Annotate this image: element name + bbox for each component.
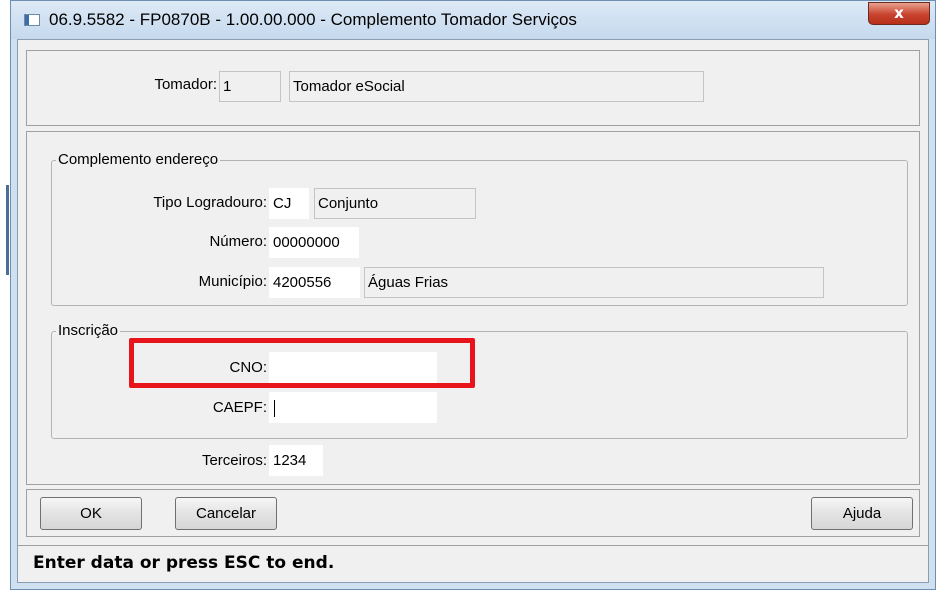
dialog-window: 06.9.5582 - FP0870B - 1.00.00.000 - Comp… — [10, 0, 936, 590]
tomador-label: Tomador: — [154, 76, 217, 93]
municipio-name-field: Águas Frias — [364, 267, 824, 298]
main-panel: Complemento endereço Tipo Logradouro: CJ… — [26, 131, 920, 485]
button-bar: OK Cancelar Ajuda — [26, 489, 920, 537]
tipo-logradouro-label: Tipo Logradouro: — [153, 194, 267, 211]
tipo-logradouro-code-input[interactable]: CJ — [269, 188, 309, 219]
title-bar[interactable]: 06.9.5582 - FP0870B - 1.00.00.000 - Comp… — [11, 1, 935, 39]
background-window-edge — [0, 0, 10, 590]
help-button[interactable]: Ajuda — [811, 497, 913, 530]
caepf-label: CAEPF: — [212, 399, 267, 416]
cancel-button[interactable]: Cancelar — [175, 497, 277, 530]
caepf-input[interactable] — [269, 392, 437, 423]
terceiros-input[interactable]: 1234 — [269, 445, 323, 476]
numero-input[interactable]: 00000000 — [269, 227, 359, 258]
dialog-client-area: Tomador: 1 Tomador eSocial Complemento e… — [17, 39, 929, 583]
app-window-icon — [24, 14, 40, 26]
close-button[interactable]: x — [868, 2, 930, 25]
tomador-name-field: Tomador eSocial — [289, 71, 704, 102]
ok-button[interactable]: OK — [40, 497, 142, 530]
terceiros-label: Terceiros: — [201, 452, 267, 469]
municipio-code-input[interactable]: 4200556 — [269, 267, 360, 298]
municipio-label: Município: — [198, 273, 267, 290]
tomador-panel: Tomador: 1 Tomador eSocial — [26, 50, 920, 126]
numero-label: Número: — [209, 233, 267, 250]
inscricao-title: Inscrição — [56, 322, 121, 339]
status-bar: Enter data or press ESC to end. — [18, 545, 928, 582]
window-title: 06.9.5582 - FP0870B - 1.00.00.000 - Comp… — [49, 10, 577, 29]
complemento-endereco-title: Complemento endereço — [56, 151, 221, 168]
caepf-highlight-annotation — [129, 338, 475, 388]
text-cursor — [274, 399, 275, 417]
tomador-code-field: 1 — [219, 71, 281, 102]
tipo-logradouro-description: Conjunto — [314, 188, 476, 219]
